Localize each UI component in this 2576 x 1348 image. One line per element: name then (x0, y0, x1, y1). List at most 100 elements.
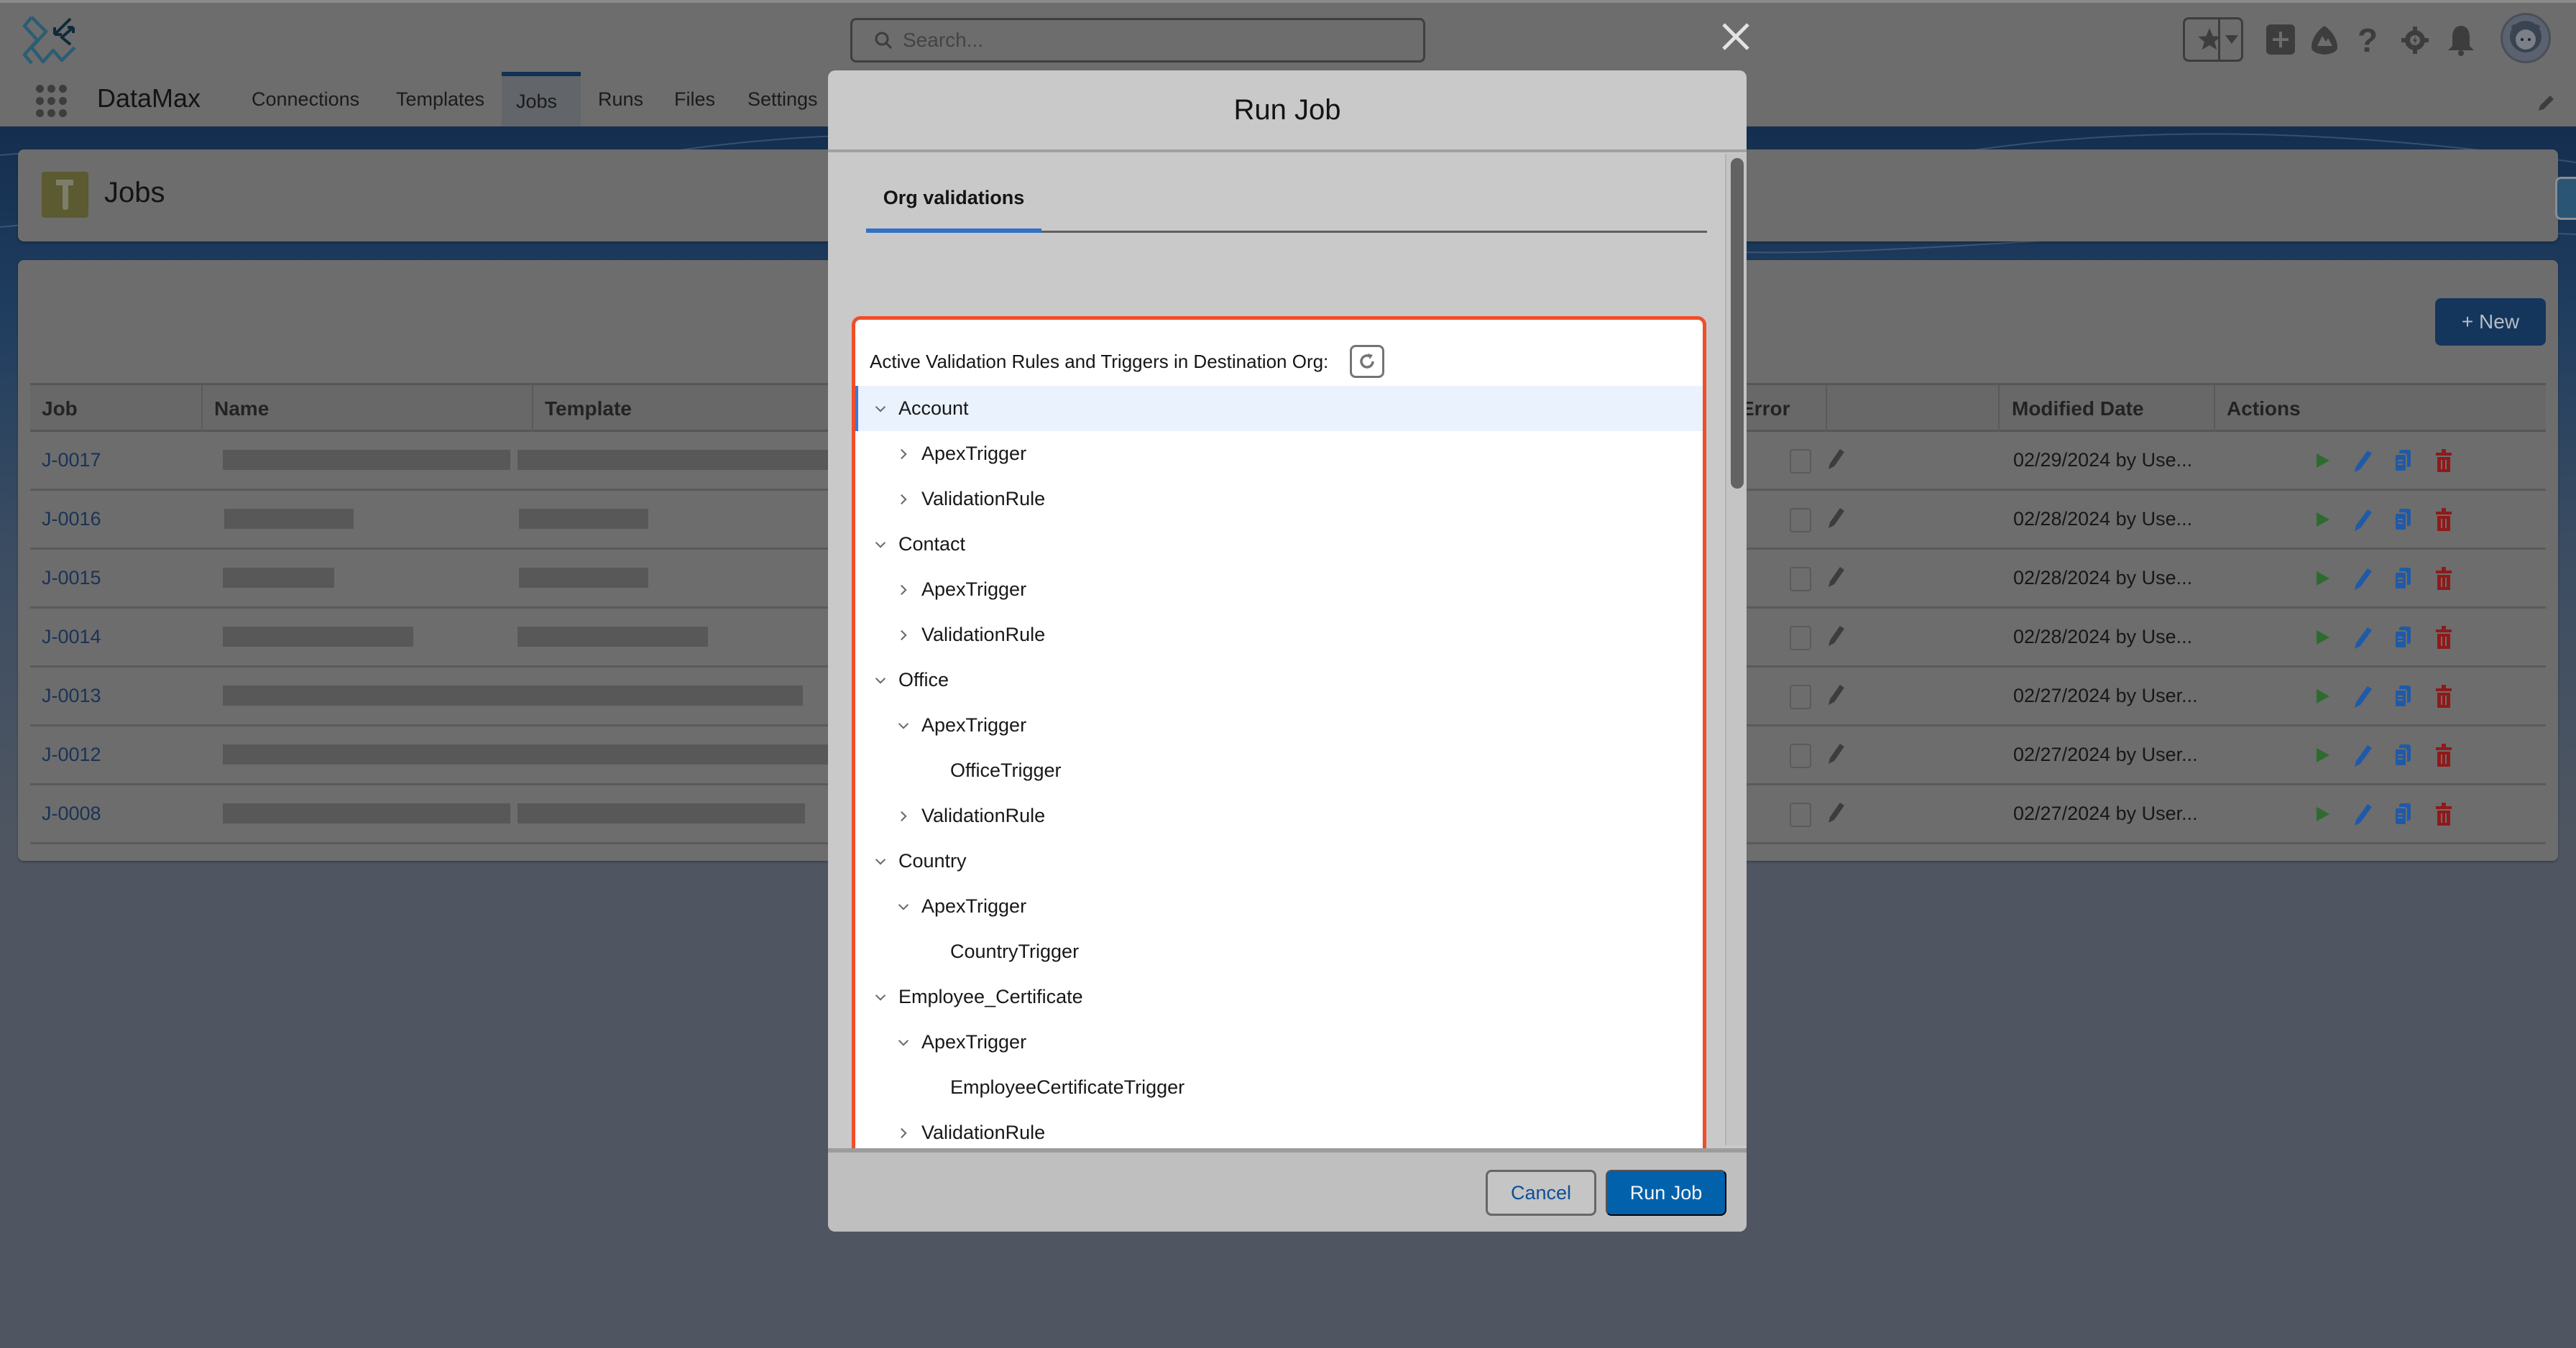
run-icon[interactable] (2312, 624, 2334, 650)
close-modal-icon[interactable] (1719, 20, 1752, 53)
edit-icon[interactable] (2352, 801, 2373, 827)
edit-icon[interactable] (2352, 565, 2373, 591)
tree-node[interactable]: ValidationRule (855, 612, 1703, 657)
tree-node[interactable]: ValidationRule (855, 793, 1703, 839)
user-avatar[interactable] (2501, 13, 2551, 63)
chevron-down-icon[interactable] (870, 987, 891, 1008)
error-checkbox[interactable] (1790, 626, 1811, 650)
run-icon[interactable] (2312, 565, 2334, 591)
error-checkbox[interactable] (1790, 449, 1811, 474)
clone-icon[interactable] (2393, 801, 2414, 827)
delete-icon[interactable] (2433, 624, 2455, 650)
delete-icon[interactable] (2433, 801, 2455, 827)
chevron-right-icon[interactable] (893, 489, 914, 510)
clone-icon[interactable] (2393, 742, 2414, 768)
job-id-link[interactable]: J-0014 (30, 609, 101, 665)
delete-icon[interactable] (2433, 742, 2455, 768)
job-id-link[interactable]: J-0013 (30, 668, 101, 724)
error-checkbox[interactable] (1790, 508, 1811, 532)
utility-panel-toggle[interactable] (2555, 177, 2576, 220)
favorites-dropdown-icon[interactable] (2225, 35, 2238, 45)
notifications-button[interactable] (2447, 24, 2475, 56)
scrollbar-thumb[interactable] (1731, 158, 1744, 489)
error-checkbox[interactable] (1790, 685, 1811, 709)
tab-org-validations[interactable]: Org validations (866, 187, 1041, 233)
edit-error-pencil-icon[interactable] (1827, 624, 1846, 647)
edit-error-pencil-icon[interactable] (1827, 448, 1846, 471)
run-icon[interactable] (2312, 742, 2334, 768)
tree-node[interactable]: Employee_Certificate (855, 974, 1703, 1020)
refresh-button[interactable] (1350, 345, 1385, 378)
delete-icon[interactable] (2433, 683, 2455, 709)
tree-node[interactable]: Account (855, 386, 1703, 431)
job-id-link[interactable]: J-0012 (30, 726, 101, 783)
job-id-link[interactable]: J-0015 (30, 550, 101, 606)
tree-node[interactable]: ApexTrigger (855, 567, 1703, 612)
run-icon[interactable] (2312, 801, 2334, 827)
run-job-button[interactable]: Run Job (1606, 1170, 1726, 1216)
tree-node[interactable]: Country (855, 839, 1703, 884)
clone-icon[interactable] (2393, 624, 2414, 650)
tree-node[interactable]: ApexTrigger (855, 884, 1703, 929)
tree-node[interactable]: EmployeeCertificateTrigger (855, 1065, 1703, 1110)
chevron-down-icon[interactable] (870, 398, 891, 420)
job-id-link[interactable]: J-0008 (30, 785, 101, 842)
tree-node[interactable]: ValidationRule (855, 476, 1703, 522)
edit-error-pencil-icon[interactable] (1827, 507, 1846, 530)
tree-node[interactable]: Contact (855, 522, 1703, 567)
chevron-down-icon[interactable] (893, 896, 914, 918)
favorites-button[interactable] (2183, 17, 2243, 62)
chevron-right-icon[interactable] (893, 624, 914, 646)
edit-error-pencil-icon[interactable] (1827, 565, 1846, 588)
nav-tab-templates[interactable]: Templates (382, 72, 499, 126)
job-id-link[interactable]: J-0016 (30, 491, 101, 548)
chevron-down-icon[interactable] (870, 851, 891, 872)
global-search[interactable] (850, 18, 1425, 63)
nav-tab-runs[interactable]: Runs (584, 72, 658, 126)
tree-node[interactable]: ApexTrigger (855, 703, 1703, 748)
clone-icon[interactable] (2393, 683, 2414, 709)
tree-node[interactable]: Office (855, 657, 1703, 703)
modal-scrollbar[interactable] (1725, 154, 1747, 1145)
edit-icon[interactable] (2352, 507, 2373, 532)
edit-icon[interactable] (2352, 742, 2373, 768)
chevron-right-icon[interactable] (893, 579, 914, 601)
error-checkbox[interactable] (1790, 567, 1811, 591)
chevron-down-icon[interactable] (870, 534, 891, 555)
tree-node[interactable]: ApexTrigger (855, 1020, 1703, 1065)
delete-icon[interactable] (2433, 507, 2455, 532)
column-header-name[interactable]: Name (203, 385, 533, 432)
nav-tab-jobs[interactable]: Jobs (502, 72, 581, 126)
chevron-right-icon[interactable] (893, 443, 914, 465)
edit-icon[interactable] (2352, 448, 2373, 474)
column-header-modified-date[interactable]: Modified Date (2000, 385, 2215, 432)
edit-nav-pencil-icon[interactable] (2536, 93, 2556, 114)
tree-node[interactable]: ApexTrigger (855, 431, 1703, 476)
nav-tab-connections[interactable]: Connections (237, 72, 374, 126)
app-launcher-icon[interactable] (36, 85, 67, 117)
edit-error-pencil-icon[interactable] (1827, 742, 1846, 765)
delete-icon[interactable] (2433, 448, 2455, 474)
clone-icon[interactable] (2393, 507, 2414, 532)
column-header-error[interactable]: Error (1741, 385, 2000, 432)
tree-node[interactable]: OfficeTrigger (855, 748, 1703, 793)
nav-tab-files[interactable]: Files (660, 72, 730, 126)
delete-icon[interactable] (2433, 565, 2455, 591)
clone-icon[interactable] (2393, 448, 2414, 474)
clone-icon[interactable] (2393, 565, 2414, 591)
help-button[interactable]: ? (2356, 22, 2379, 59)
chevron-right-icon[interactable] (893, 805, 914, 827)
chevron-down-icon[interactable] (893, 715, 914, 737)
edit-icon[interactable] (2352, 683, 2373, 709)
chevron-down-icon[interactable] (870, 670, 891, 691)
tree-node[interactable]: CountryTrigger (855, 929, 1703, 974)
run-icon[interactable] (2312, 448, 2334, 474)
chevron-down-icon[interactable] (893, 1032, 914, 1053)
global-search-input[interactable] (903, 29, 1406, 52)
cancel-button[interactable]: Cancel (1486, 1170, 1596, 1216)
nav-tab-settings[interactable]: Settings (733, 72, 832, 126)
run-icon[interactable] (2312, 683, 2334, 709)
chevron-right-icon[interactable] (893, 1122, 914, 1144)
job-id-link[interactable]: J-0017 (30, 432, 101, 489)
edit-icon[interactable] (2352, 624, 2373, 650)
